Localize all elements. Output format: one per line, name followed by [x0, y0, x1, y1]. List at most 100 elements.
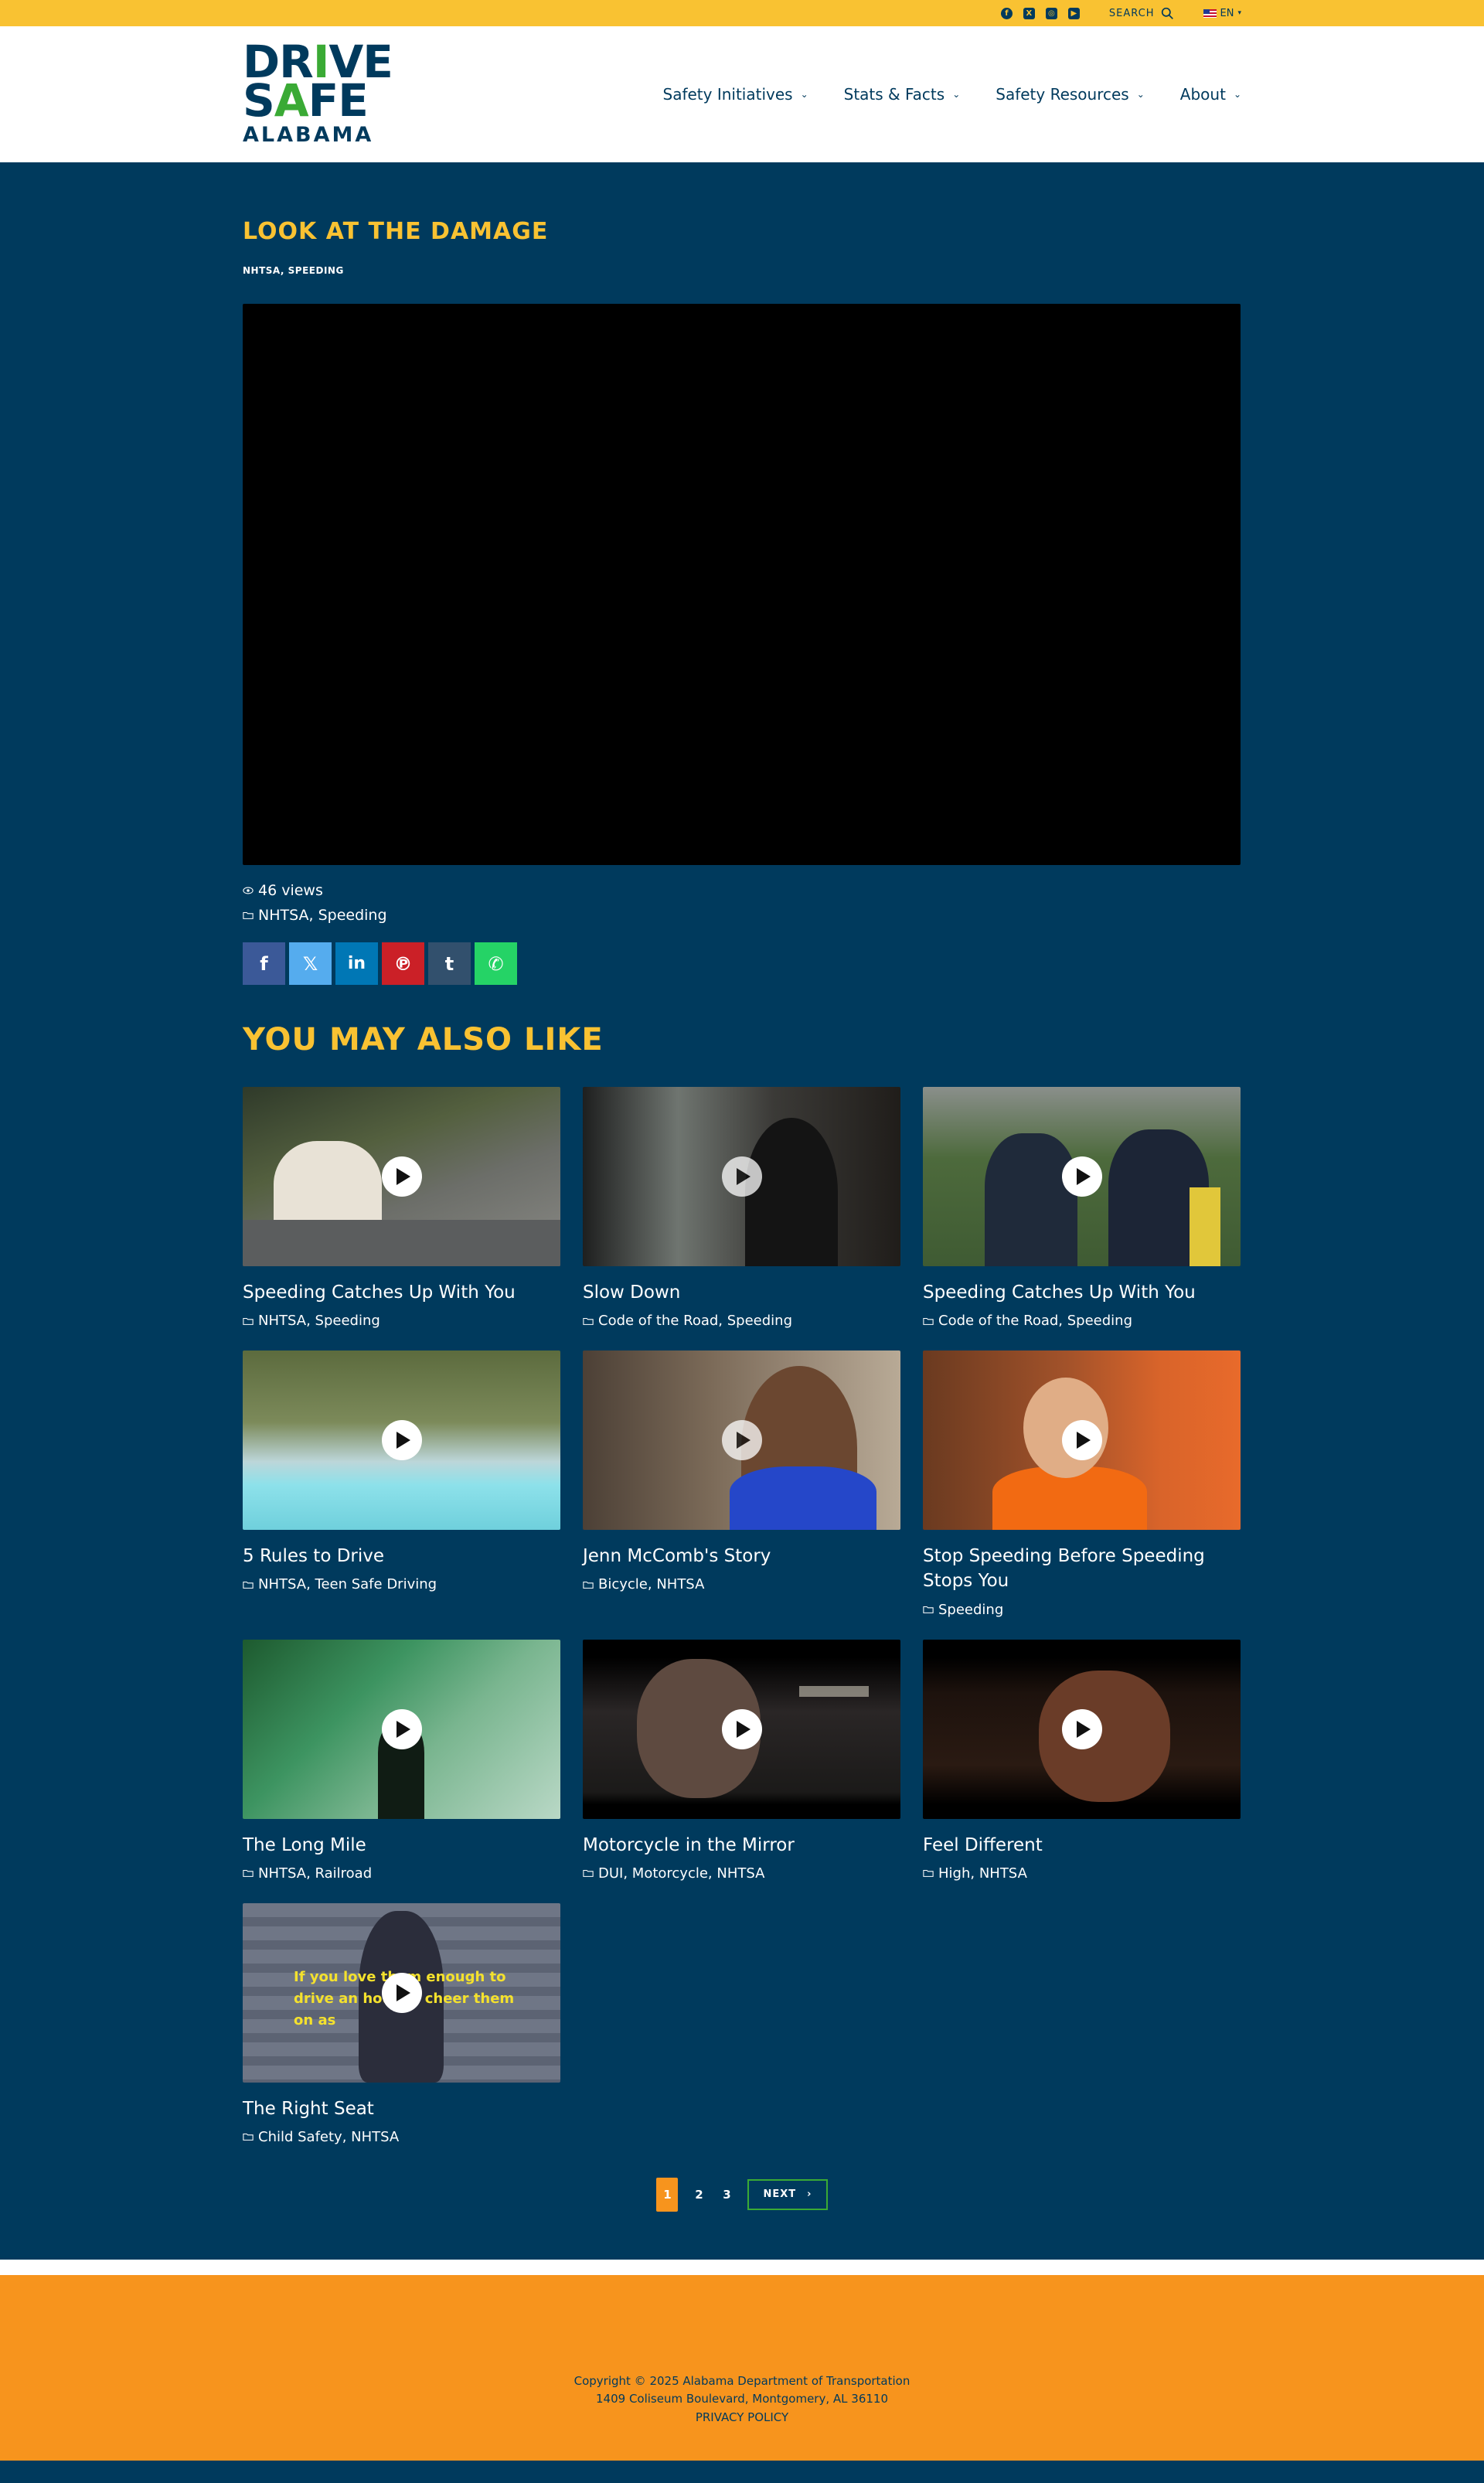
- search-toggle[interactable]: SEARCH: [1109, 7, 1174, 20]
- x-share-button[interactable]: 𝕏: [289, 942, 332, 985]
- related-video-card[interactable]: If you love them enough to drive an hour…: [243, 1902, 560, 2145]
- chevron-down-icon: ⌄: [1136, 89, 1145, 100]
- us-flag-icon: [1203, 9, 1217, 18]
- folder-icon: [923, 1870, 934, 1878]
- video-thumbnail[interactable]: [923, 1087, 1241, 1266]
- video-title[interactable]: Feel Different: [923, 1833, 1241, 1858]
- video-title[interactable]: The Long Mile: [243, 1833, 560, 1858]
- video-player[interactable]: [243, 304, 1241, 865]
- play-icon: [381, 1420, 422, 1461]
- nav-about[interactable]: About ⌄: [1180, 85, 1241, 104]
- video-categories[interactable]: Child Safety, NHTSA: [243, 2129, 560, 2145]
- nav-stats-facts[interactable]: Stats & Facts ⌄: [844, 85, 961, 104]
- chevron-down-icon: ⌄: [1233, 89, 1241, 100]
- eye-icon: [243, 887, 254, 894]
- chevron-down-icon: ⌄: [952, 89, 961, 100]
- folder-icon: [243, 911, 254, 919]
- video-title[interactable]: Jenn McComb's Story: [583, 1544, 900, 1568]
- language-label: EN: [1220, 7, 1234, 19]
- play-icon: [721, 1420, 762, 1461]
- video-thumbnail[interactable]: [923, 1350, 1241, 1531]
- video-categories[interactable]: DUI, Motorcycle, NHTSA: [583, 1865, 900, 1882]
- bottom-bar: [0, 2460, 1484, 2483]
- video-thumbnail[interactable]: If you love them enough to drive an hour…: [243, 1902, 560, 2083]
- video-title[interactable]: Speeding Catches Up With You: [923, 1280, 1241, 1305]
- play-icon: [1061, 1420, 1102, 1461]
- main-content: LOOK AT THE DAMAGE NHTSA, SPEEDING 46 vi…: [0, 162, 1484, 2260]
- related-video-card[interactable]: Stop Speeding Before Speeding Stops You …: [923, 1350, 1241, 1618]
- folder-icon: [923, 1606, 934, 1613]
- play-icon: [381, 1708, 422, 1749]
- social-links: f X ◎ ▶: [1000, 7, 1080, 19]
- related-video-card[interactable]: 5 Rules to Drive NHTSA, Teen Safe Drivin…: [243, 1350, 560, 1617]
- video-title[interactable]: Slow Down: [583, 1280, 900, 1305]
- youtube-icon[interactable]: ▶: [1067, 7, 1080, 19]
- chevron-down-icon: ⌄: [800, 89, 808, 100]
- privacy-policy-link[interactable]: PRIVACY POLICY: [696, 2409, 788, 2427]
- copyright-text: Copyright © 2025 Alabama Department of T…: [574, 2374, 910, 2389]
- related-video-card[interactable]: Motorcycle in the Mirror DUI, Motorcycle…: [583, 1639, 900, 1882]
- video-categories[interactable]: NHTSA, Speeding: [243, 1313, 560, 1329]
- page-title: LOOK AT THE DAMAGE: [243, 218, 549, 245]
- facebook-icon[interactable]: f: [1000, 7, 1013, 19]
- folder-icon: [243, 1317, 254, 1325]
- related-video-card[interactable]: Jenn McComb's Story Bicycle, NHTSA: [583, 1350, 900, 1617]
- video-title[interactable]: Speeding Catches Up With You: [243, 1280, 560, 1305]
- whatsapp-share-button[interactable]: ✆: [475, 942, 517, 985]
- utility-bar: f X ◎ ▶ SEARCH EN ▾: [0, 0, 1484, 26]
- video-title[interactable]: Motorcycle in the Mirror: [583, 1833, 900, 1858]
- video-categories[interactable]: Bicycle, NHTSA: [583, 1576, 900, 1592]
- video-categories[interactable]: High, NHTSA: [923, 1865, 1241, 1882]
- page-1-button[interactable]: 1: [656, 2177, 679, 2212]
- search-label: SEARCH: [1108, 7, 1155, 19]
- related-video-card[interactable]: Speeding Catches Up With You Code of the…: [923, 1087, 1241, 1329]
- play-icon: [1061, 1708, 1102, 1749]
- chevron-down-icon: ▾: [1237, 9, 1241, 17]
- video-categories[interactable]: NHTSA, Teen Safe Driving: [243, 1576, 560, 1592]
- page-2-button[interactable]: 2: [692, 2188, 706, 2202]
- address-text: 1409 Coliseum Boulevard, Montgomery, AL …: [596, 2392, 888, 2406]
- drive-safe-alabama-logo[interactable]: DRIVE SAFE ALABAMA: [243, 39, 393, 145]
- next-page-button[interactable]: NEXT ›: [747, 2178, 828, 2210]
- language-switcher[interactable]: EN ▾: [1203, 8, 1241, 19]
- video-thumbnail[interactable]: [243, 1350, 560, 1531]
- play-icon: [1061, 1156, 1102, 1197]
- video-categories[interactable]: Speeding: [923, 1602, 1241, 1618]
- video-thumbnail[interactable]: [583, 1350, 900, 1531]
- play-icon: [381, 1156, 422, 1197]
- page-3-button[interactable]: 3: [720, 2188, 733, 2202]
- pinterest-share-button[interactable]: ℗: [382, 942, 424, 985]
- video-thumbnail[interactable]: [583, 1639, 900, 1819]
- search-icon: [1161, 7, 1173, 19]
- x-icon[interactable]: X: [1023, 7, 1035, 19]
- facebook-share-button[interactable]: f: [243, 942, 285, 985]
- view-count: 46 views: [243, 882, 1241, 899]
- tumblr-share-button[interactable]: t: [428, 942, 471, 985]
- related-video-card[interactable]: The Long Mile NHTSA, Railroad: [243, 1639, 560, 1882]
- related-video-card[interactable]: Speeding Catches Up With You NHTSA, Spee…: [243, 1087, 560, 1329]
- related-video-card[interactable]: Slow Down Code of the Road, Speeding: [583, 1087, 900, 1329]
- video-categories[interactable]: NHTSA, Railroad: [243, 1865, 560, 1882]
- video-thumbnail[interactable]: [243, 1639, 560, 1819]
- play-icon: [381, 1972, 422, 2013]
- folder-icon: [583, 1870, 594, 1878]
- instagram-icon[interactable]: ◎: [1045, 7, 1057, 19]
- video-thumbnail[interactable]: [243, 1087, 560, 1266]
- video-thumbnail[interactable]: [923, 1639, 1241, 1819]
- video-categories[interactable]: Code of the Road, Speeding: [923, 1313, 1241, 1329]
- play-icon: [721, 1708, 762, 1749]
- nav-safety-initiatives[interactable]: Safety Initiatives ⌄: [663, 85, 808, 104]
- video-title[interactable]: Stop Speeding Before Speeding Stops You: [923, 1544, 1241, 1593]
- linkedin-share-button[interactable]: in: [335, 942, 378, 985]
- video-categories[interactable]: Code of the Road, Speeding: [583, 1313, 900, 1329]
- folder-icon: [243, 1870, 254, 1878]
- video-title[interactable]: 5 Rules to Drive: [243, 1544, 560, 1568]
- video-categories[interactable]: NHTSA, Speeding: [243, 907, 1241, 924]
- nav-safety-resources[interactable]: Safety Resources ⌄: [996, 85, 1145, 104]
- video-thumbnail[interactable]: [583, 1087, 900, 1266]
- folder-icon: [583, 1317, 594, 1325]
- play-icon: [721, 1156, 762, 1197]
- video-title[interactable]: The Right Seat: [243, 2096, 560, 2121]
- category-links[interactable]: NHTSA, SPEEDING: [243, 265, 1241, 276]
- related-video-card[interactable]: Feel Different High, NHTSA: [923, 1639, 1241, 1882]
